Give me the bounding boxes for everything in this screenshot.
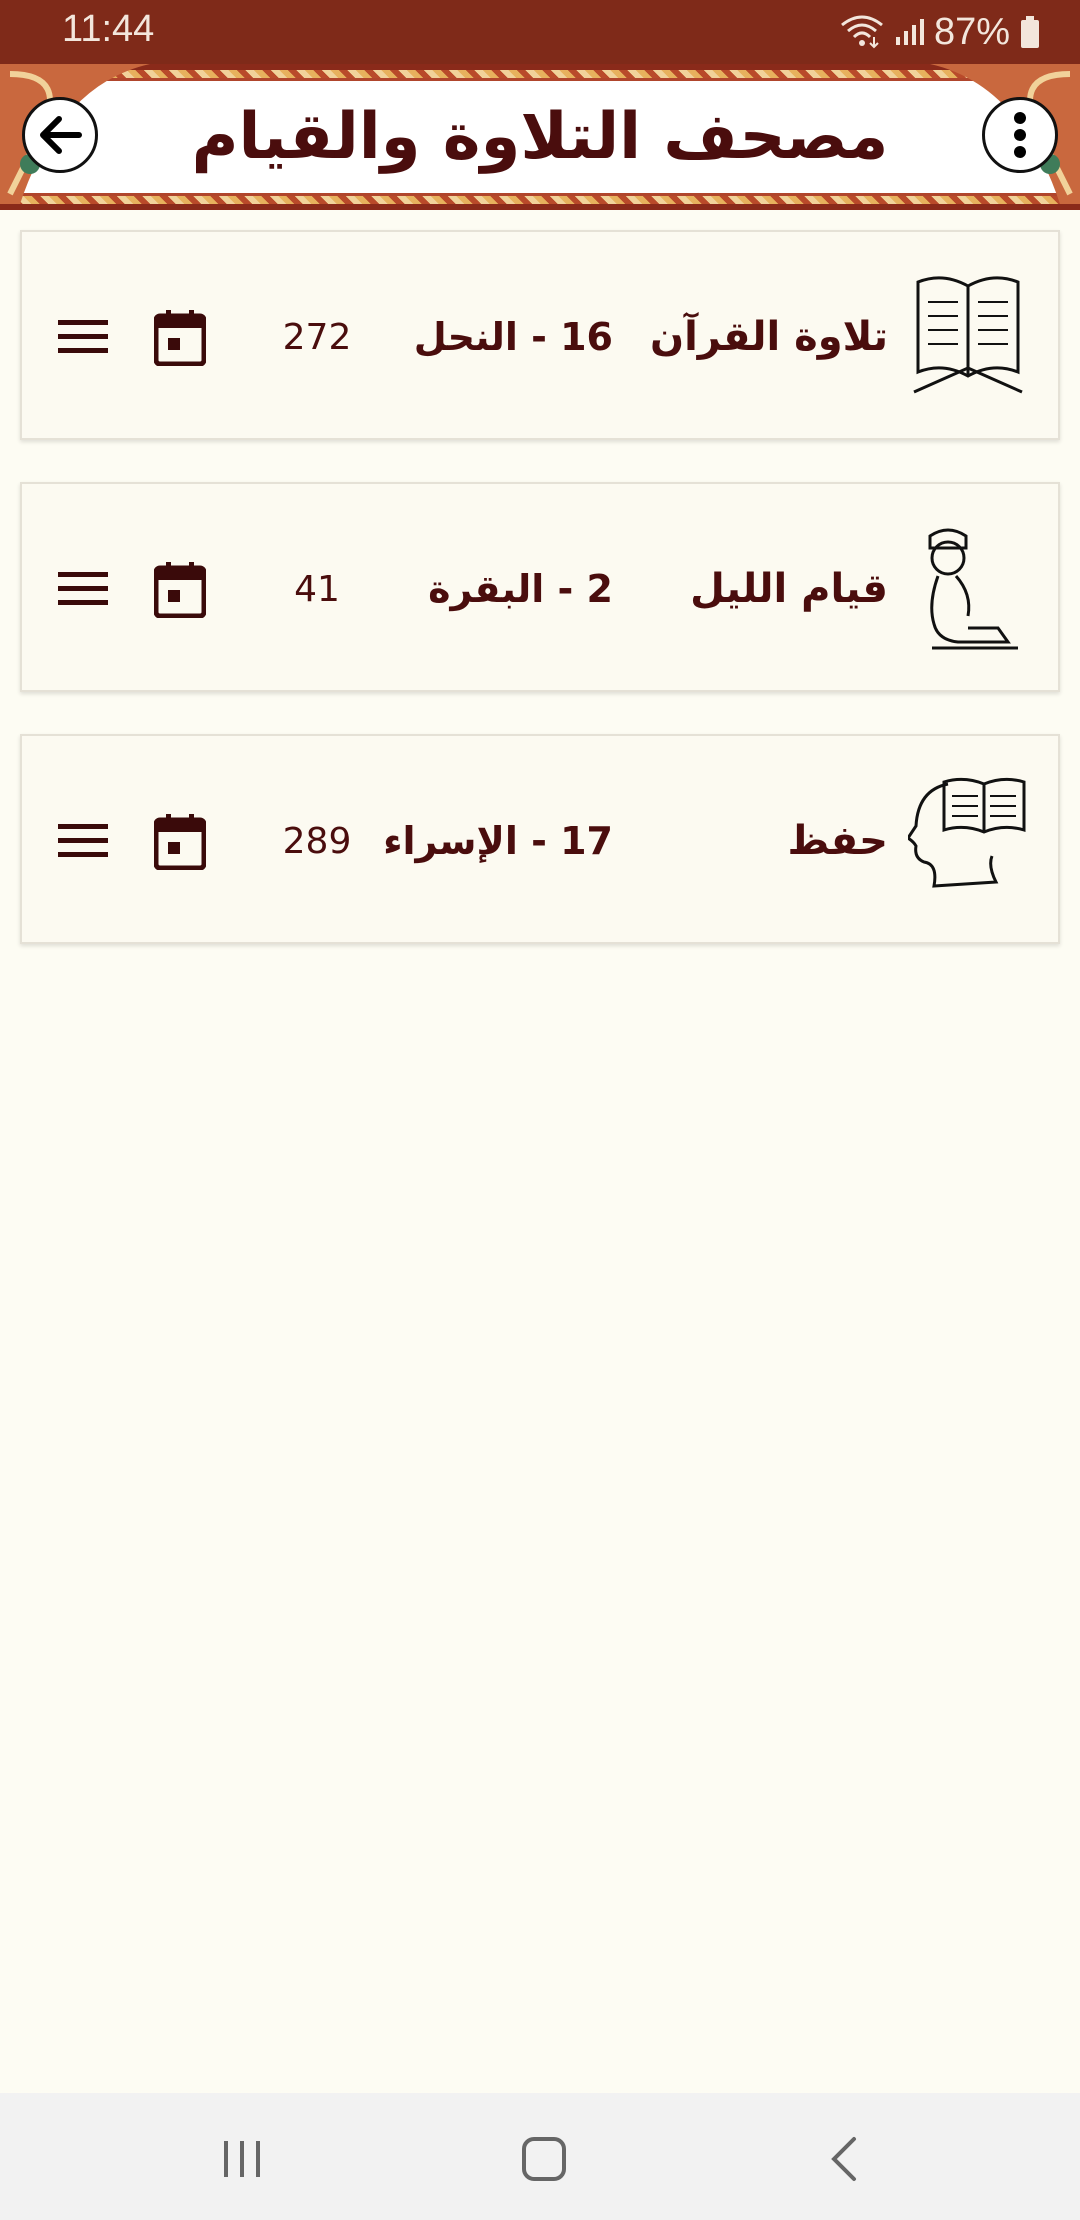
app-header: مصحف التلاوة والقيام [0,64,1080,210]
list-item-tilawa[interactable]: تلاوة القرآن 16 - النحل 272 [20,230,1060,440]
calendar-icon[interactable] [154,814,206,870]
menu-icon[interactable] [58,318,108,356]
item-page-number: 272 [282,316,352,358]
menu-icon[interactable] [58,570,108,608]
menu-icon[interactable] [58,822,108,860]
status-icons: 87% [840,8,1040,56]
item-page-number: 41 [294,568,340,610]
system-nav-bar [0,2093,1080,2220]
more-vertical-icon [1014,112,1026,158]
item-surah: 17 - الإسراء [383,819,613,863]
reading-list: تلاوة القرآن 16 - النحل 272 قيام الليل 2… [20,230,1060,986]
arrow-left-icon [40,116,82,154]
item-label: تلاوة القرآن [649,314,888,360]
calendar-icon[interactable] [154,310,206,366]
list-item-qiyam[interactable]: قيام الليل 2 - البقرة 41 [20,482,1060,692]
battery-percent: 87% [933,10,1010,53]
page-title: مصحف التلاوة والقيام [191,100,889,174]
praying-person-icon [928,528,1018,650]
status-time: 11:44 [62,8,155,50]
item-surah: 2 - البقرة [428,567,613,611]
item-surah: 16 - النحل [413,315,613,359]
wifi-icon [840,15,884,49]
open-book-icon [913,276,1023,394]
item-label: قيام الليل [690,566,888,612]
battery-icon [1020,16,1040,48]
item-label: حفظ [787,818,888,864]
item-page-number: 289 [282,820,352,862]
more-options-button[interactable] [982,97,1058,173]
home-icon[interactable] [514,2129,574,2189]
recents-icon[interactable] [212,2129,272,2189]
calendar-icon[interactable] [154,562,206,618]
back-nav-icon[interactable] [816,2129,876,2189]
status-bar: 11:44 87% [0,0,1080,64]
signal-icon [894,17,924,47]
back-button[interactable] [22,97,98,173]
list-item-hifz[interactable]: حفظ 17 - الإسراء 289 [20,734,1060,944]
head-book-icon [908,777,1026,888]
